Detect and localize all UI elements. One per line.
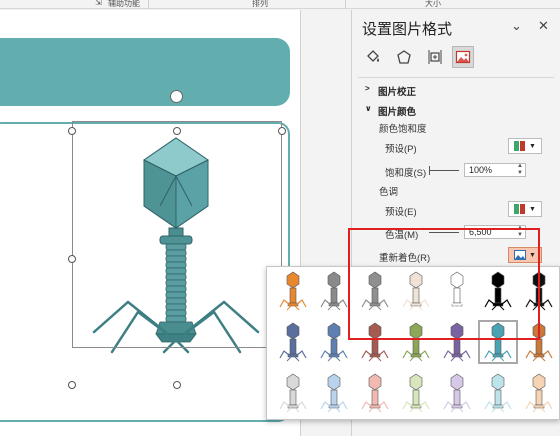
- tab-effects[interactable]: [393, 46, 415, 68]
- bacteriophage-thumbnail-icon: [279, 271, 307, 311]
- section-label: 图片校正: [378, 87, 417, 98]
- fill-line-icon: [367, 50, 379, 62]
- resize-handle[interactable]: [68, 381, 76, 389]
- bacteriophage-thumbnail-icon: [279, 322, 307, 362]
- recolor-option[interactable]: [273, 269, 313, 313]
- pane-options-chevron-icon[interactable]: ⌄: [511, 18, 522, 34]
- image-selection-box: [72, 121, 282, 348]
- picture-icon: [455, 50, 471, 64]
- bacteriophage-thumbnail-icon: [320, 322, 348, 362]
- recolor-option[interactable]: [478, 371, 518, 415]
- ribbon-group-labels: ⇲ 辅助功能 排列 大小: [0, 0, 560, 9]
- section-label: 图片颜色: [378, 107, 417, 118]
- recolor-option[interactable]: [396, 269, 436, 313]
- tone-preset-label: 预设(E): [385, 207, 417, 218]
- recolor-option[interactable]: [396, 371, 436, 415]
- bacteriophage-thumbnail-icon: [525, 271, 553, 311]
- effects-icon: [397, 50, 411, 64]
- picture-color-section[interactable]: ∨ 图片颜色: [365, 104, 417, 118]
- close-pane-icon[interactable]: ✕: [538, 18, 549, 34]
- recolor-option[interactable]: [519, 320, 559, 364]
- recolor-option[interactable]: [437, 269, 477, 313]
- recolor-option[interactable]: [437, 371, 477, 415]
- bacteriophage-thumbnail-icon: [525, 322, 553, 362]
- color-swatch-icon: [514, 141, 526, 151]
- recolor-option[interactable]: [314, 269, 354, 313]
- tab-size-properties[interactable]: [424, 46, 446, 68]
- recolor-dropdown[interactable]: ▼: [508, 247, 542, 263]
- saturation-label: 饱和度(S): [385, 168, 427, 179]
- saturation-value: 100%: [469, 165, 493, 175]
- bacteriophage-thumbnail-icon: [443, 373, 471, 413]
- bacteriophage-thumbnail-icon: [361, 271, 389, 311]
- size-properties-icon: [428, 50, 442, 64]
- chevron-down-icon: ∨: [365, 104, 372, 113]
- tab-divider: [358, 77, 554, 78]
- recolor-option[interactable]: [396, 320, 436, 364]
- saturation-preset-label: 预设(P): [385, 144, 417, 155]
- bacteriophage-thumbnail-icon: [320, 271, 348, 311]
- recolor-option[interactable]: [355, 320, 395, 364]
- resize-handle[interactable]: [173, 127, 181, 135]
- bacteriophage-thumbnail-icon: [525, 373, 553, 413]
- recolor-picture-icon: [514, 250, 527, 260]
- dialog-launcher-icon[interactable]: ⇲: [95, 0, 102, 7]
- temperature-input[interactable]: 6,500 ▲ ▼: [464, 225, 526, 239]
- recolor-option[interactable]: [519, 269, 559, 313]
- spinner-arrows-icon[interactable]: ▲ ▼: [517, 225, 523, 239]
- recolor-option[interactable]: [478, 320, 518, 364]
- temperature-value: 6,500: [469, 227, 492, 237]
- recolor-gallery: [266, 266, 560, 420]
- recolor-option[interactable]: [314, 371, 354, 415]
- recolor-option[interactable]: [314, 320, 354, 364]
- bacteriophage-thumbnail-icon: [320, 373, 348, 413]
- pane-title: 设置图片格式: [362, 21, 453, 38]
- ribbon-group-accessibility: 辅助功能: [108, 0, 140, 8]
- recolor-label: 重新着色(R): [379, 253, 431, 264]
- chevron-down-icon: ▼: [529, 251, 536, 259]
- ribbon-group-size: 大小: [425, 0, 441, 8]
- resize-handle[interactable]: [173, 381, 181, 389]
- bacteriophage-thumbnail-icon: [484, 322, 512, 362]
- bacteriophage-thumbnail-icon: [484, 373, 512, 413]
- resize-handle[interactable]: [68, 127, 76, 135]
- rotate-handle-icon[interactable]: [170, 90, 183, 103]
- chevron-down-icon: ▼: [529, 205, 536, 213]
- bacteriophage-thumbnail-icon: [361, 373, 389, 413]
- recolor-option[interactable]: [355, 371, 395, 415]
- recolor-option[interactable]: [273, 320, 313, 364]
- picture-corrections-section[interactable]: > 图片校正: [365, 84, 417, 98]
- recolor-option[interactable]: [437, 320, 477, 364]
- bacteriophage-thumbnail-icon: [361, 322, 389, 362]
- tab-picture[interactable]: [452, 46, 474, 68]
- tone-group-label: 色调: [379, 187, 399, 198]
- bacteriophage-thumbnail-icon: [402, 271, 430, 311]
- resize-handle[interactable]: [68, 255, 76, 263]
- bacteriophage-thumbnail-icon: [484, 271, 512, 311]
- bacteriophage-thumbnail-icon: [443, 271, 471, 311]
- temperature-label: 色温(M): [385, 230, 419, 241]
- recolor-option[interactable]: [273, 371, 313, 415]
- bacteriophage-thumbnail-icon: [279, 373, 307, 413]
- bacteriophage-thumbnail-icon: [402, 373, 430, 413]
- saturation-group-label: 颜色饱和度: [379, 124, 427, 135]
- chevron-right-icon: >: [365, 84, 370, 93]
- temperature-slider-track[interactable]: [429, 232, 459, 233]
- spinner-arrows-icon[interactable]: ▲ ▼: [517, 163, 523, 177]
- recolor-option[interactable]: [478, 269, 518, 313]
- chevron-down-icon: ▼: [529, 142, 536, 150]
- ribbon-group-arrange: 排列: [252, 0, 268, 8]
- tab-fill-line[interactable]: [362, 46, 384, 68]
- tone-preset-dropdown[interactable]: ▼: [508, 201, 542, 217]
- color-swatch-icon: [514, 204, 526, 214]
- saturation-input[interactable]: 100% ▲ ▼: [464, 163, 526, 177]
- bacteriophage-thumbnail-icon: [443, 322, 471, 362]
- recolor-option[interactable]: [355, 269, 395, 313]
- saturation-preset-dropdown[interactable]: ▼: [508, 138, 542, 154]
- recolor-option[interactable]: [519, 371, 559, 415]
- saturation-slider-track[interactable]: [429, 170, 459, 171]
- resize-handle[interactable]: [278, 127, 286, 135]
- title-banner-shape[interactable]: [0, 38, 290, 106]
- bacteriophage-thumbnail-icon: [402, 322, 430, 362]
